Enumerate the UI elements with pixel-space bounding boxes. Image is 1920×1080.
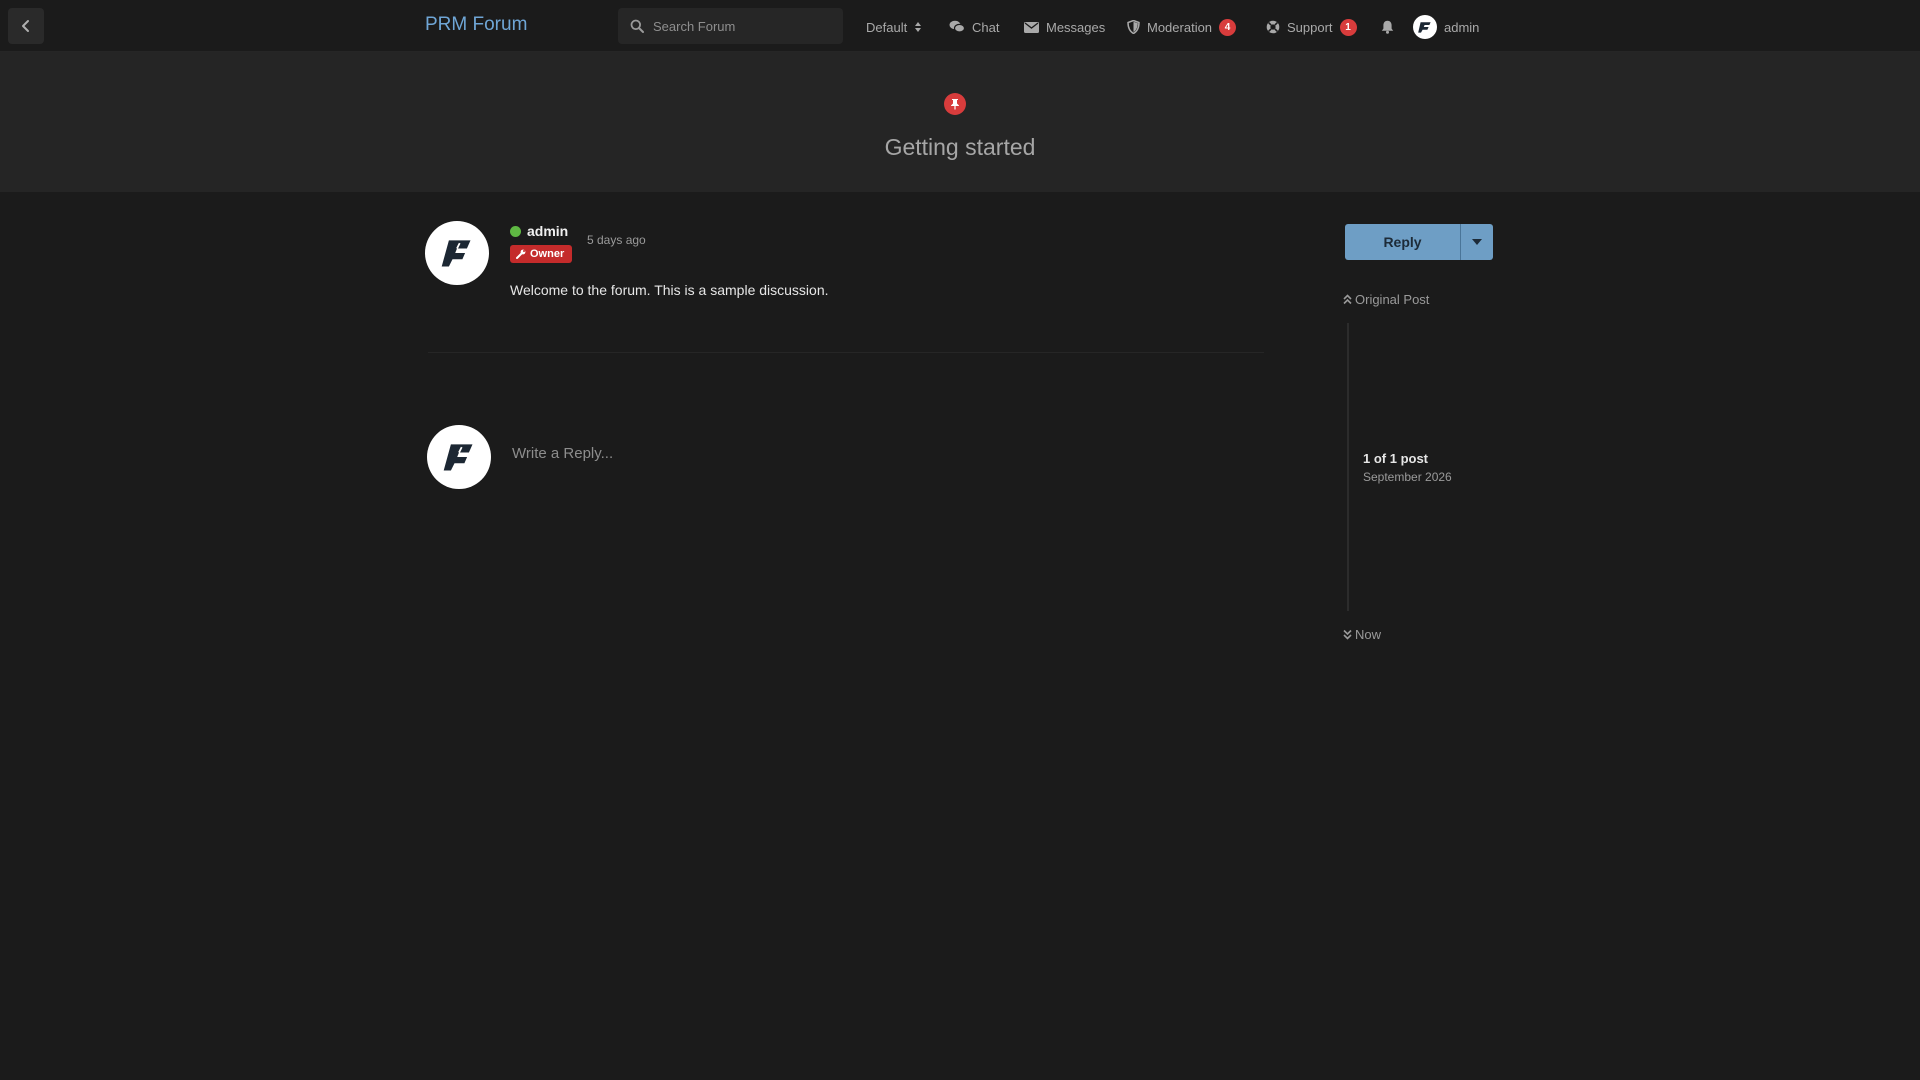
chat-icon xyxy=(949,20,965,33)
nav-support-label: Support xyxy=(1287,19,1333,35)
app-header: PRM Forum Default Chat Messages Mo xyxy=(0,0,1920,52)
wrench-icon xyxy=(516,249,526,259)
post-author-name[interactable]: admin xyxy=(527,223,568,239)
search-box[interactable] xyxy=(618,8,843,44)
logo-icon xyxy=(1418,22,1431,33)
user-avatar xyxy=(1413,15,1437,39)
discussion-hero: Getting started xyxy=(0,52,1920,192)
nav-default-dropdown[interactable]: Default xyxy=(866,17,922,37)
nav-chat-label: Chat xyxy=(972,19,1000,35)
lifering-icon xyxy=(1266,20,1280,34)
double-chevron-up-icon xyxy=(1343,294,1352,305)
reply-button-group: Reply xyxy=(1345,224,1493,260)
user-menu[interactable]: admin xyxy=(1413,15,1479,39)
scrubber-original-post[interactable]: Original Post xyxy=(1343,292,1429,307)
thumbtack-icon xyxy=(951,99,959,110)
reply-dropdown-toggle[interactable] xyxy=(1460,224,1493,260)
online-indicator xyxy=(510,225,521,237)
chevron-left-icon xyxy=(22,20,29,32)
support-count-badge: 1 xyxy=(1339,18,1357,36)
post-body: Welcome to the forum. This is a sample d… xyxy=(510,282,829,298)
notifications-button[interactable] xyxy=(1381,17,1394,37)
scrubber-track[interactable] xyxy=(1347,323,1349,611)
nav-messages-label: Messages xyxy=(1046,19,1106,35)
owner-badge-label: Owner xyxy=(530,248,565,260)
reply-button[interactable]: Reply xyxy=(1345,224,1460,260)
nav-support[interactable]: Support 1 xyxy=(1266,17,1357,37)
logo-icon xyxy=(441,240,471,267)
write-reply-prompt[interactable]: Write a Reply... xyxy=(512,445,613,462)
owner-badge: Owner xyxy=(510,245,573,263)
sort-icon xyxy=(915,22,922,32)
caret-down-icon xyxy=(1472,239,1482,245)
pinned-badge xyxy=(944,93,966,115)
now-label: Now xyxy=(1355,627,1382,642)
scrubber-date: September 2026 xyxy=(1363,470,1452,484)
nav-default-label: Default xyxy=(866,19,908,35)
scrubber-now[interactable]: Now xyxy=(1343,627,1381,642)
user-name: admin xyxy=(1444,19,1480,35)
envelope-icon xyxy=(1024,21,1039,33)
post-author-avatar[interactable] xyxy=(425,221,489,285)
site-title[interactable]: PRM Forum xyxy=(425,14,527,36)
bell-icon xyxy=(1381,20,1394,34)
nav-moderation-label: Moderation xyxy=(1147,19,1213,35)
search-input[interactable] xyxy=(653,18,833,34)
search-icon xyxy=(630,19,644,33)
double-chevron-down-icon xyxy=(1343,629,1352,640)
scrubber-post-count: 1 of 1 post xyxy=(1363,451,1429,466)
back-button[interactable] xyxy=(8,8,44,44)
shield-icon xyxy=(1127,20,1140,34)
nav-chat[interactable]: Chat xyxy=(949,17,999,37)
discussion-title: Getting started xyxy=(884,134,1036,160)
composer-avatar xyxy=(427,425,491,489)
nav-moderation[interactable]: Moderation 4 xyxy=(1127,17,1237,37)
post-time[interactable]: 5 days ago xyxy=(587,233,646,247)
nav-messages[interactable]: Messages xyxy=(1024,17,1105,37)
moderation-count-badge: 4 xyxy=(1219,18,1237,36)
post-divider xyxy=(428,352,1264,353)
logo-icon xyxy=(443,444,473,471)
original-post-label: Original Post xyxy=(1355,292,1430,307)
post-author: admin xyxy=(510,223,568,239)
